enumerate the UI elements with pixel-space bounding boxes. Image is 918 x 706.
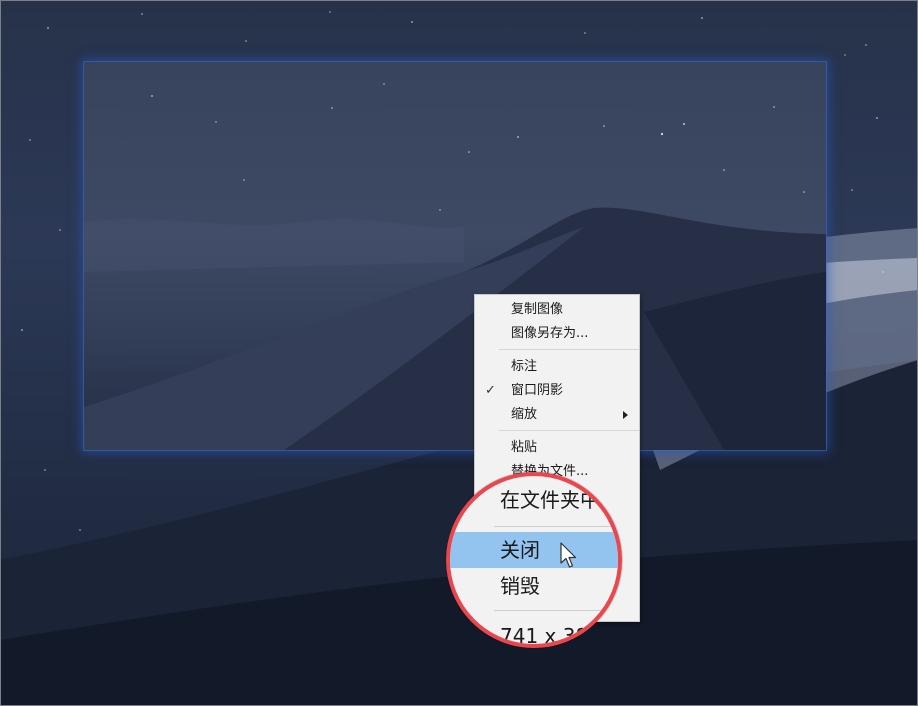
mouse-pointer-icon bbox=[560, 542, 577, 568]
submenu-arrow-icon bbox=[623, 411, 628, 419]
magnified-item-label: 关闭 bbox=[500, 538, 540, 562]
magnified-item-close[interactable]: 关闭 bbox=[450, 532, 618, 568]
menu-separator bbox=[494, 610, 618, 611]
pinned-image-content bbox=[84, 83, 826, 450]
menu-item-save-image-as[interactable]: 图像另存为... bbox=[475, 322, 639, 346]
menu-separator bbox=[499, 349, 639, 350]
menu-item-paste[interactable]: 粘贴 bbox=[475, 436, 639, 460]
pinned-screenshot-window[interactable] bbox=[84, 62, 826, 450]
menu-item-copy-image[interactable]: 复制图像 bbox=[475, 298, 639, 322]
magnifier-callout: 在文件夹中 关闭 销毁 741 x 388 bbox=[446, 472, 622, 648]
magnified-item-label: 在文件夹中 bbox=[500, 488, 600, 512]
menu-item-label: 复制图像 bbox=[511, 302, 564, 317]
menu-item-zoom[interactable]: 缩放 bbox=[475, 403, 639, 427]
menu-item-annotate[interactable]: 标注 bbox=[475, 355, 639, 379]
menu-item-label: 窗口阴影 bbox=[511, 383, 564, 398]
magnified-item-dimensions: 741 x 388 bbox=[450, 618, 618, 644]
magnified-item-show-in-folder[interactable]: 在文件夹中 bbox=[450, 482, 618, 518]
magnified-item-label: 销毁 bbox=[500, 574, 540, 598]
menu-separator bbox=[499, 430, 639, 431]
menu-item-label: 标注 bbox=[511, 359, 538, 374]
menu-item-label: 缩放 bbox=[511, 407, 538, 422]
menu-item-label: 粘贴 bbox=[511, 440, 538, 455]
menu-item-window-shadow[interactable]: ✓ 窗口阴影 bbox=[475, 379, 639, 403]
menu-separator bbox=[494, 526, 618, 527]
menu-item-label: 图像另存为... bbox=[511, 326, 589, 341]
magnified-item-destroy[interactable]: 销毁 bbox=[450, 568, 618, 604]
checkmark-icon: ✓ bbox=[485, 383, 496, 398]
